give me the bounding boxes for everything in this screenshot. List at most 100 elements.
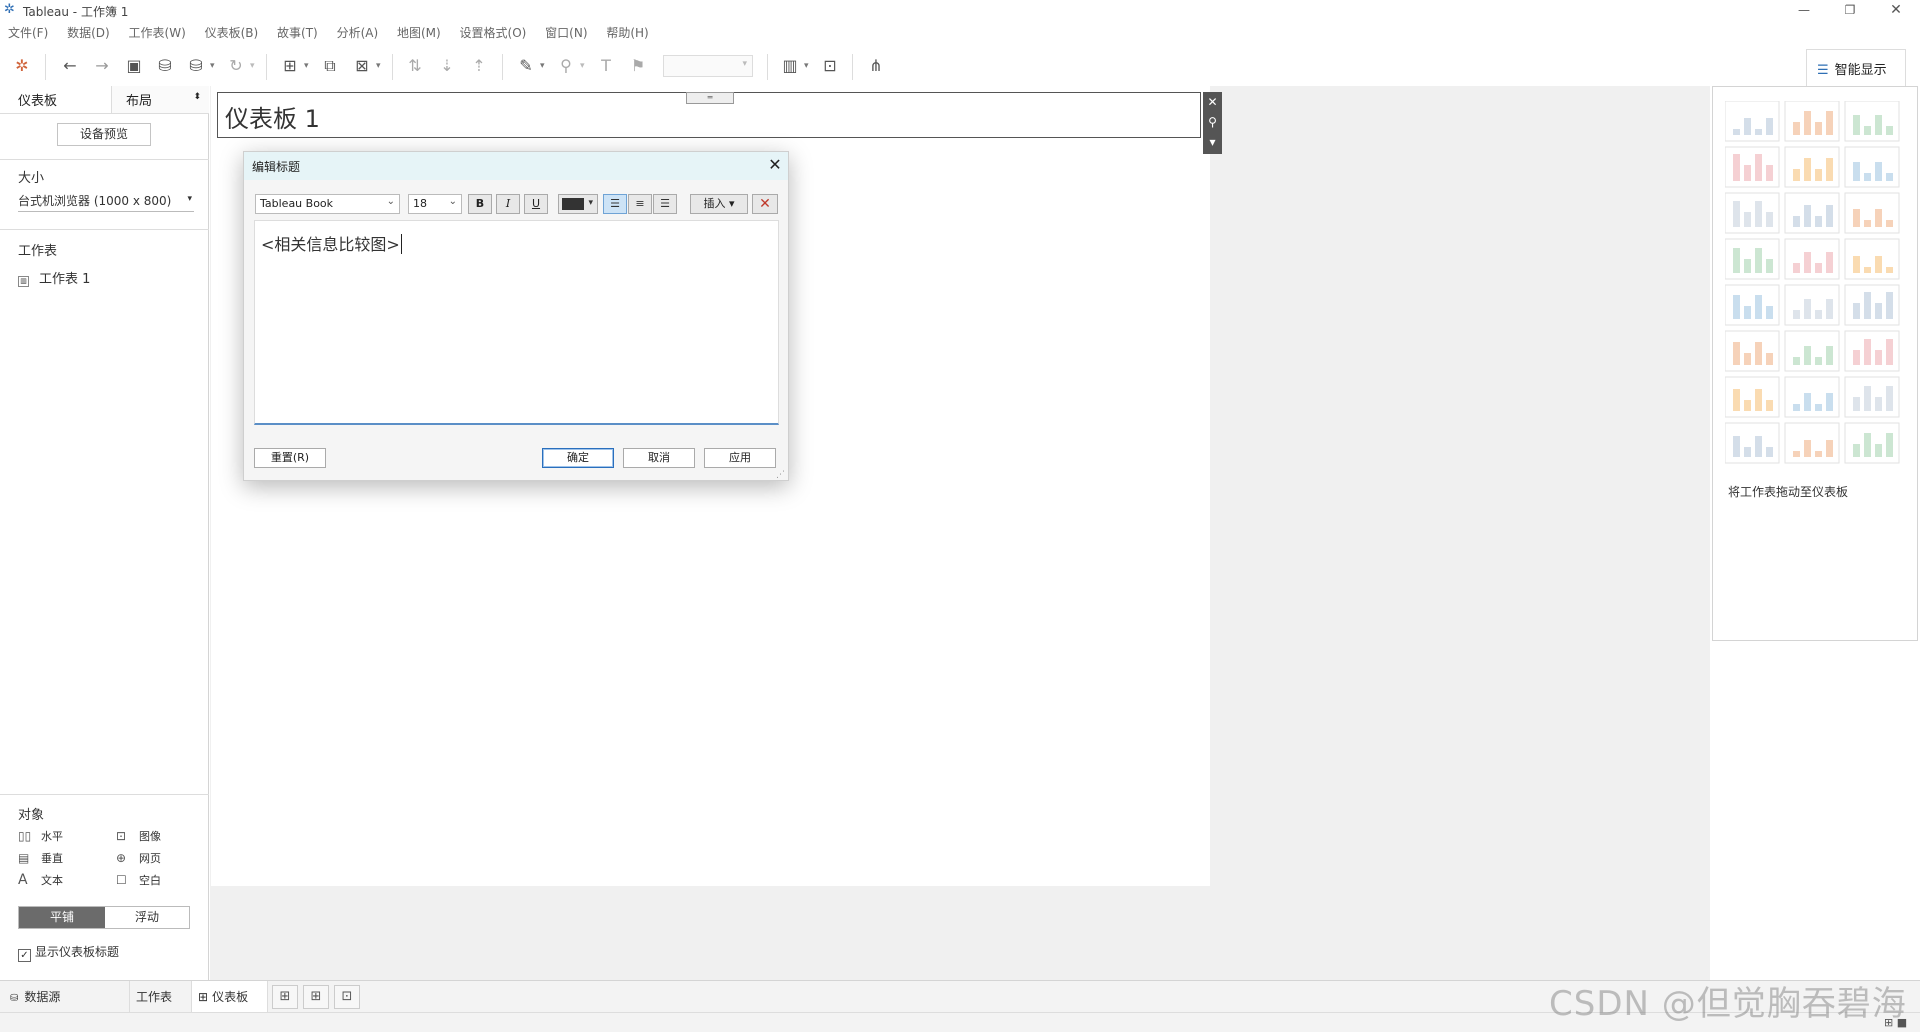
- insert-button[interactable]: 插入 ▾: [690, 194, 748, 214]
- close-window-icon[interactable]: ✕: [1873, 0, 1919, 22]
- cancel-button[interactable]: 取消: [623, 448, 695, 468]
- symbol-map-thumbnail[interactable]: [1725, 146, 1780, 188]
- discrete-lines-thumbnail[interactable]: [1784, 284, 1840, 326]
- floating-button[interactable]: 浮动: [105, 907, 189, 928]
- heat-map-thumbnail[interactable]: [1784, 101, 1840, 142]
- pin-icon[interactable]: ⚲: [1203, 112, 1222, 132]
- chevron-down-icon[interactable]: ▾: [250, 54, 260, 78]
- side-by-side-circles-thumbnail[interactable]: [1844, 238, 1900, 280]
- show-cards-icon[interactable]: ▥: [778, 54, 802, 78]
- menu-dashboard[interactable]: 仪表板(B): [205, 22, 259, 44]
- dashboard-tab[interactable]: ⊞仪表板 1: [192, 981, 268, 1032]
- highlight-table-thumbnail[interactable]: [1844, 101, 1900, 142]
- side-by-side-bars-thumbnail[interactable]: [1844, 192, 1900, 234]
- tab-layout[interactable]: 布局 ⬍: [111, 86, 209, 114]
- chevron-down-icon[interactable]: ▾: [580, 54, 590, 78]
- tableau-home-icon[interactable]: ✲: [10, 54, 34, 78]
- object-horizontal[interactable]: ▯▯ 水平: [18, 828, 63, 844]
- resize-grip-icon[interactable]: ⋰: [776, 470, 785, 480]
- clear-format-icon[interactable]: ✕: [752, 194, 778, 214]
- packed-bubbles-thumbnail[interactable]: [1844, 422, 1900, 464]
- title-text-editor[interactable]: <相关信息比较图>: [254, 220, 779, 425]
- new-worksheet-icon[interactable]: ⊞: [272, 985, 298, 1009]
- stacked-bars-thumbnail[interactable]: [1784, 192, 1840, 234]
- align-right-icon[interactable]: ☰: [653, 194, 677, 214]
- object-blank[interactable]: ☐ 空白: [116, 872, 161, 888]
- labels-icon[interactable]: T: [594, 54, 618, 78]
- chevron-down-icon[interactable]: ▾: [304, 54, 314, 78]
- menu-file[interactable]: 文件(F): [8, 22, 48, 44]
- sheet-tab[interactable]: 工作表 1: [130, 981, 192, 1032]
- menu-data[interactable]: 数据(D): [67, 22, 110, 44]
- more-options-icon[interactable]: ▾: [1203, 132, 1222, 152]
- remove-icon[interactable]: ✕: [1203, 92, 1222, 112]
- pie-chart-thumbnail[interactable]: [1844, 146, 1900, 188]
- smart-show-tab[interactable]: ☰ 智能显示: [1806, 49, 1906, 86]
- presentation-mode-icon[interactable]: ⊡: [818, 54, 842, 78]
- box-whisker-thumbnail[interactable]: [1844, 376, 1900, 418]
- continuous-lines-thumbnail[interactable]: [1725, 284, 1780, 326]
- menu-worksheet[interactable]: 工作表(W): [129, 22, 186, 44]
- dual-combination-thumbnail[interactable]: [1844, 330, 1900, 372]
- object-image[interactable]: ⊡ 图像: [116, 828, 161, 844]
- move-handle-icon[interactable]: ═: [686, 92, 734, 104]
- redo-icon[interactable]: →: [90, 54, 114, 78]
- treemap-thumbnail[interactable]: [1725, 238, 1780, 280]
- datasource-tab[interactable]: ⛁ 数据源: [0, 981, 130, 1013]
- font-family-select[interactable]: Tableau Book ⌄: [255, 194, 400, 214]
- chevron-down-icon[interactable]: ▾: [376, 54, 386, 78]
- show-title-checkbox[interactable]: ✓ 显示仪表板标题: [18, 943, 119, 962]
- new-worksheet-icon[interactable]: ⊞: [278, 54, 302, 78]
- restore-icon[interactable]: ❐: [1827, 0, 1873, 22]
- bullet-graph-thumbnail[interactable]: [1784, 422, 1840, 464]
- histogram-thumbnail[interactable]: [1784, 376, 1840, 418]
- swap-icon[interactable]: ⇅: [403, 54, 427, 78]
- italic-button[interactable]: I: [496, 194, 520, 214]
- text-table-thumbnail[interactable]: [1725, 101, 1780, 142]
- underline-button[interactable]: U: [524, 194, 548, 214]
- ok-button[interactable]: 确定: [542, 448, 614, 468]
- dual-lines-thumbnail[interactable]: [1844, 284, 1900, 326]
- duplicate-icon[interactable]: ⧉: [318, 54, 342, 78]
- reset-button[interactable]: 重置(R): [254, 448, 326, 468]
- area-discrete-thumbnail[interactable]: [1784, 330, 1840, 372]
- chevron-down-icon[interactable]: ▾: [210, 54, 220, 78]
- share-icon[interactable]: ⋔: [864, 54, 888, 78]
- device-preview-button[interactable]: 设备预览: [57, 123, 151, 146]
- bold-button[interactable]: B: [468, 194, 492, 214]
- group-icon[interactable]: ⚲: [554, 54, 578, 78]
- object-vertical[interactable]: ▤ 垂直: [18, 850, 63, 866]
- apply-button[interactable]: 应用: [704, 448, 776, 468]
- circle-views-thumbnail[interactable]: [1784, 238, 1840, 280]
- close-icon[interactable]: ✕: [765, 154, 785, 176]
- object-webpage[interactable]: ⊕ 网页: [116, 850, 161, 866]
- menu-map[interactable]: 地图(M): [397, 22, 441, 44]
- sort-descending-icon[interactable]: ⇡: [467, 54, 491, 78]
- refresh-icon[interactable]: ↻: [224, 54, 248, 78]
- chevron-down-icon[interactable]: ▾: [540, 54, 550, 78]
- object-text[interactable]: A 文本: [18, 872, 63, 888]
- align-center-icon[interactable]: ≡: [628, 194, 652, 214]
- menu-window[interactable]: 窗口(N): [545, 22, 587, 44]
- menu-analysis[interactable]: 分析(A): [337, 22, 379, 44]
- sort-ascending-icon[interactable]: ⇣: [435, 54, 459, 78]
- menu-format[interactable]: 设置格式(O): [460, 22, 527, 44]
- minimize-icon[interactable]: —: [1781, 0, 1827, 22]
- new-datasource-icon[interactable]: ⛁: [153, 54, 177, 78]
- align-left-icon[interactable]: ☰: [603, 194, 627, 214]
- fit-dropdown[interactable]: ▾: [663, 55, 753, 77]
- gantt-thumbnail[interactable]: [1725, 422, 1780, 464]
- area-continuous-thumbnail[interactable]: [1725, 330, 1780, 372]
- chevron-down-icon[interactable]: ▾: [804, 54, 814, 78]
- new-story-icon[interactable]: ⊡: [334, 985, 360, 1009]
- font-color-button[interactable]: ▾: [558, 194, 598, 214]
- menu-story[interactable]: 故事(T): [277, 22, 318, 44]
- menu-help[interactable]: 帮助(H): [606, 22, 648, 44]
- sheet-item[interactable]: ▥ 工作表 1: [18, 268, 90, 287]
- font-size-select[interactable]: 18 ⌄: [408, 194, 462, 214]
- scatter-plot-thumbnail[interactable]: [1725, 376, 1780, 418]
- pause-updates-icon[interactable]: ⛁: [184, 54, 208, 78]
- save-icon[interactable]: ▣: [122, 54, 146, 78]
- pin-icon[interactable]: ⚑: [626, 54, 650, 78]
- new-dashboard-icon[interactable]: ⊞: [303, 985, 329, 1009]
